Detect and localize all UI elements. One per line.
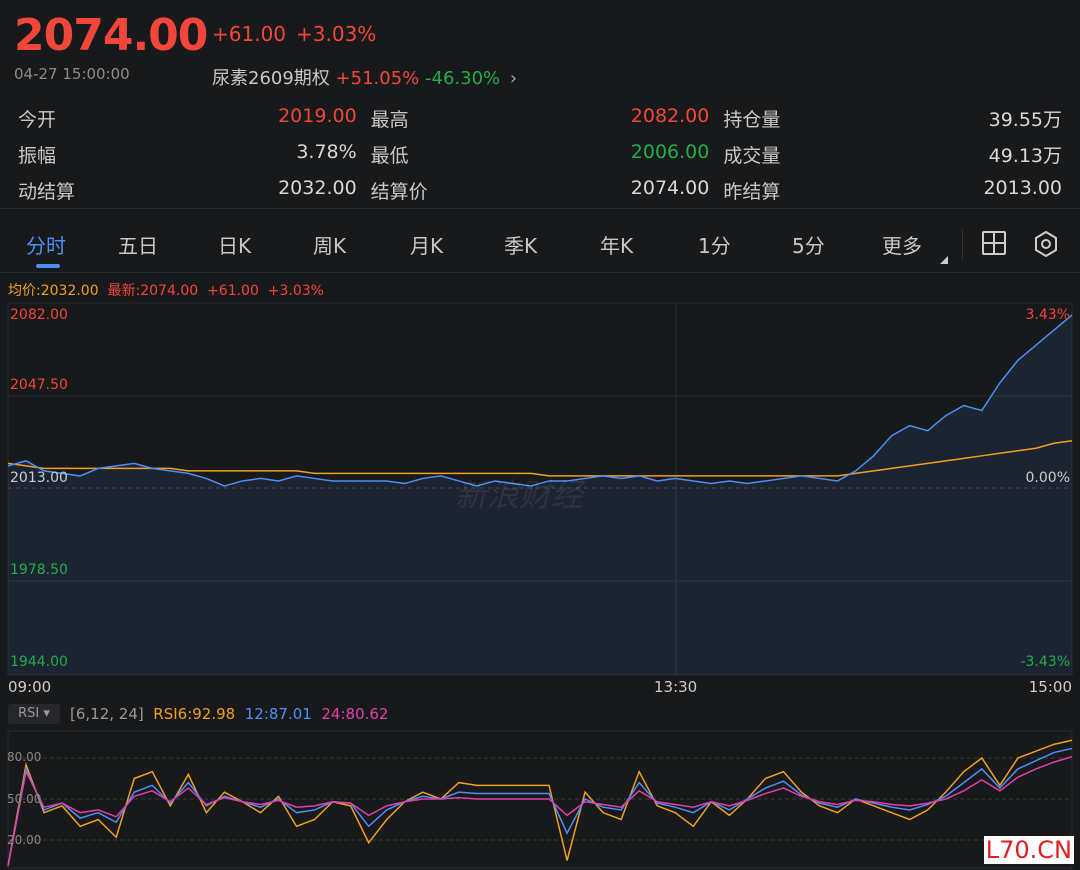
rsi-tick: 20.00 [7,833,42,847]
rsi24-value: 24:80.62 [321,705,389,723]
rsi-line-rsi6 [7,739,1073,867]
y-right-label: -3.43% [1020,654,1070,670]
y-label: 1978.50 [10,562,68,578]
y-label: 2013.00 [10,470,68,486]
y-right-label: 3.43% [1025,307,1070,323]
y-label: 2082.00 [10,307,68,323]
watermark: 新浪财经 [455,476,584,514]
rsi-params: [6,12, 24] [70,705,144,723]
y-label: 2047.50 [10,377,68,393]
corner-watermark: L70.CN [983,836,1074,864]
x-label: 13:30 [654,678,698,696]
x-label: 15:00 [1028,678,1072,696]
rsi-legend: [6,12, 24] RSI6:92.98 12:87.01 24:80.62 [70,705,388,723]
y-label: 1944.00 [10,654,68,670]
rsi12-value: 12:87.01 [244,705,312,723]
intraday-price-chart[interactable] [0,0,1080,870]
rsi-tick: 50.00 [7,792,42,806]
rsi-line-rsi24 [7,755,1073,867]
indicator-select[interactable]: RSI ▾ [8,704,60,724]
rsi-line-rsi12 [7,747,1073,867]
x-label: 09:00 [8,678,52,696]
y-right-label: 0.00% [1025,470,1070,486]
rsi6-value: RSI6:92.98 [153,705,236,723]
rsi-tick: 80.00 [7,750,42,764]
